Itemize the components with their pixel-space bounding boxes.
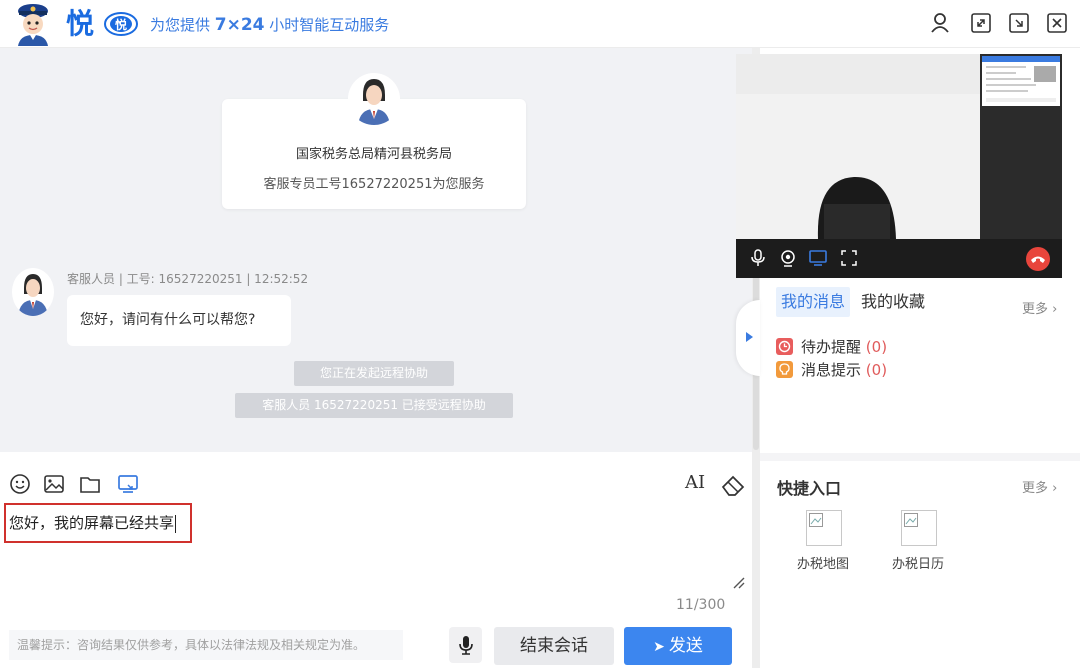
fullscreen-icon[interactable]: [840, 249, 858, 267]
mic-toggle-icon[interactable]: [749, 249, 767, 267]
share-screen-toggle-icon[interactable]: [809, 249, 827, 267]
panel-toggle[interactable]: [736, 300, 760, 376]
tax-calendar-label[interactable]: 办税日历: [892, 553, 944, 572]
font-tool-button[interactable]: AI: [685, 472, 705, 493]
minimize-window-icon[interactable]: [1008, 12, 1030, 34]
emoji-icon[interactable]: [9, 473, 31, 495]
header-slogan: 为您提供 7×24 小时智能互动服务: [150, 15, 390, 35]
send-button[interactable]: ➤ 发送: [624, 627, 732, 665]
mascot-logo: [18, 4, 48, 46]
voice-input-button[interactable]: [449, 627, 482, 663]
disclaimer-tip: 温馨提示：咨询结果仅供参考，具体以法律法规及相关规定为准。: [9, 630, 403, 660]
broken-image-icon: [809, 513, 823, 527]
eraser-icon[interactable]: [720, 473, 746, 497]
tax-map-image[interactable]: [806, 510, 842, 546]
message-composer: AI 您好，我的屏幕已经共享 11/300 温馨提示：咨询结果仅供参考，具体以法…: [0, 452, 752, 669]
message-notice-item[interactable]: 消息提示 (0): [776, 360, 887, 380]
hangup-button[interactable]: [1026, 247, 1050, 271]
agent-org: 国家税务总局精河县税务局: [295, 147, 452, 162]
messages-more-link[interactable]: 更多 ›: [1022, 298, 1057, 317]
maximize-icon[interactable]: [970, 12, 992, 34]
char-counter: 11/300: [676, 597, 726, 613]
tax-map-label[interactable]: 办税地图: [797, 553, 849, 572]
quick-access-title: 快捷入口: [777, 479, 842, 498]
end-session-button[interactable]: 结束会话: [494, 627, 614, 665]
brand-logo-text: 悦: [66, 7, 95, 40]
text-caret: [175, 514, 177, 533]
panel-divider: [760, 453, 1080, 461]
svg-text:悦: 悦: [115, 17, 127, 32]
agent-avatar: [348, 73, 400, 125]
todo-reminder-item[interactable]: 待办提醒 (0): [776, 337, 887, 357]
tab-my-messages[interactable]: 我的消息: [776, 287, 851, 317]
close-icon[interactable]: [1046, 12, 1068, 34]
calendar-icon: [776, 338, 793, 355]
resize-handle-icon[interactable]: [733, 577, 745, 589]
app-header: 悦 悦 为您提供 7×24 小时智能互动服务: [0, 0, 1080, 48]
quick-more-link[interactable]: 更多 ›: [1022, 477, 1057, 496]
send-icon: ➤: [653, 639, 665, 655]
brand-badge-icon: 悦: [104, 12, 138, 36]
image-icon[interactable]: [43, 473, 65, 495]
bulb-icon: [776, 361, 793, 378]
video-controls: [736, 239, 1062, 278]
message-meta: 客服人员 | 工号: 16527220251 | 12:52:52: [67, 272, 309, 286]
agent-info-card: 国家税务总局精河县税务局 客服专员工号16527220251为您服务: [222, 73, 526, 209]
message-input[interactable]: 您好，我的屏幕已经共享: [4, 503, 192, 543]
system-notice-remote-start: 您正在发起远程协助: [294, 361, 454, 386]
agent-service-id: 客服专员工号16527220251为您服务: [263, 177, 485, 192]
video-call-window[interactable]: [736, 54, 1062, 278]
camera-toggle-icon[interactable]: [779, 249, 797, 267]
screen-share-icon[interactable]: [117, 473, 139, 495]
chat-history[interactable]: 国家税务总局精河县税务局 客服专员工号16527220251为您服务 客服人员 …: [0, 48, 752, 452]
tax-calendar-image[interactable]: [901, 510, 937, 546]
agent-message-avatar: [12, 268, 54, 316]
microphone-icon: [459, 636, 473, 655]
user-icon[interactable]: [929, 12, 951, 34]
broken-image-icon: [904, 513, 918, 527]
video-feed: [736, 54, 1062, 239]
expand-arrow-icon: [746, 332, 753, 342]
hangup-icon: [1031, 256, 1045, 263]
tab-my-favorites[interactable]: 我的收藏: [861, 287, 925, 317]
folder-icon[interactable]: [79, 473, 101, 495]
send-button-label: 发送: [668, 636, 703, 656]
system-notice-remote-accepted: 客服人员 16527220251 已接受远程协助: [235, 393, 513, 418]
agent-message-bubble: 您好，请问有什么可以帮您?: [67, 295, 291, 346]
